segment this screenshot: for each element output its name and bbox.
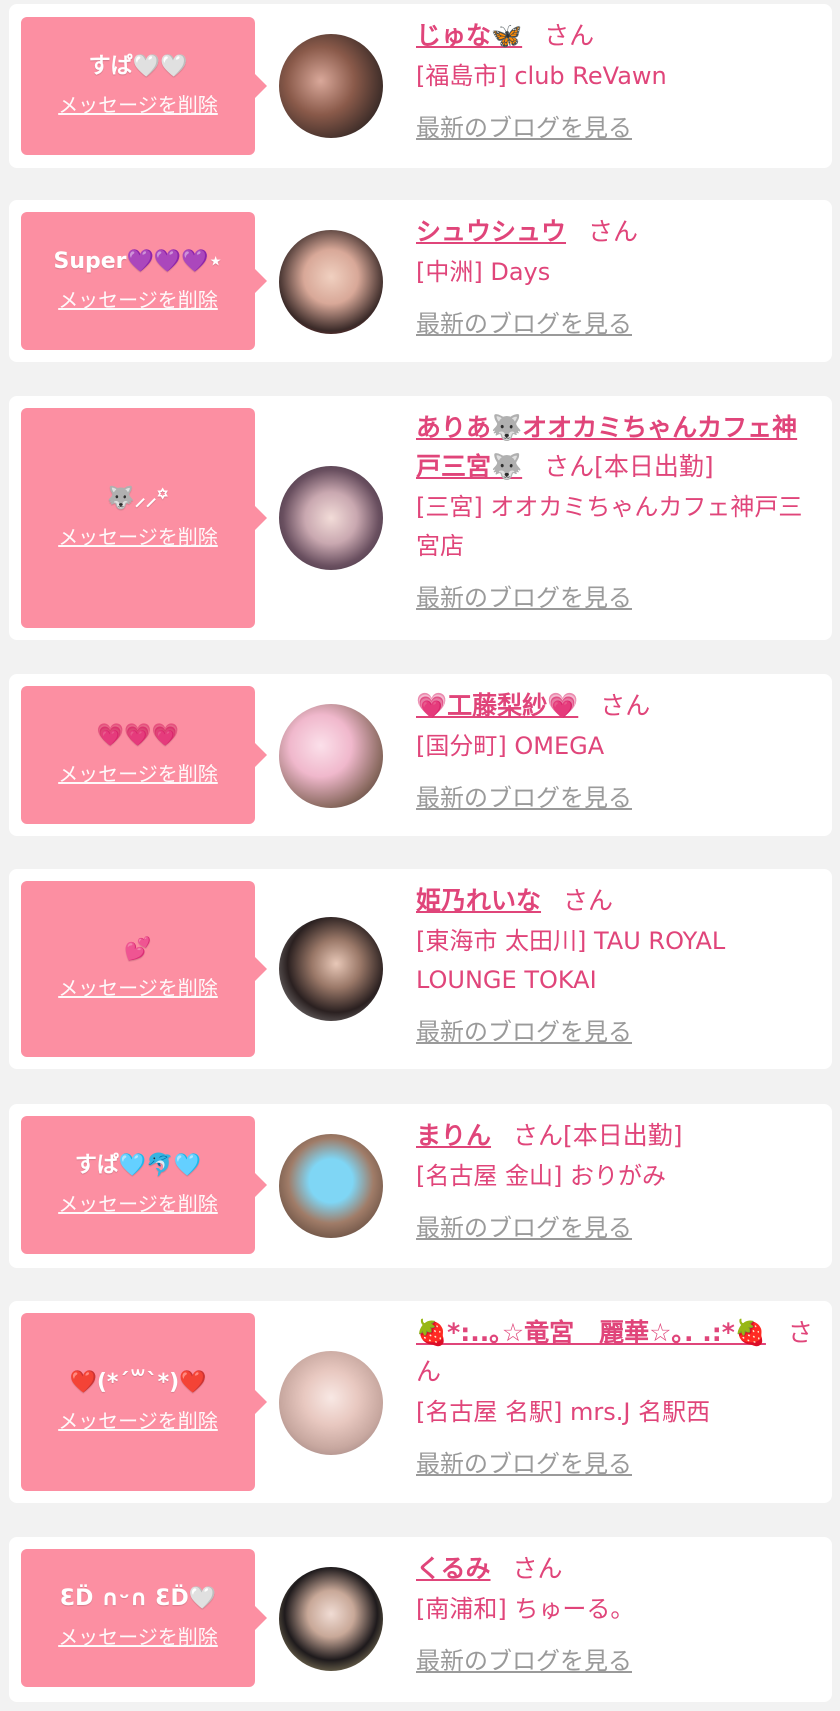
cast-name-link[interactable]: シュウシュウ <box>416 217 566 246</box>
entry-info: 💗工藤梨紗💗 さん [国分町] OMEGA 最新のブログを見る <box>416 686 821 814</box>
list-item: Super💜💜💜⋆ メッセージを削除 シュウシュウ さん [中洲] Days 最新… <box>9 200 832 362</box>
shop-text: [国分町] OMEGA <box>416 732 605 760</box>
message-bubble: Super💜💜💜⋆ メッセージを削除 <box>21 212 267 350</box>
entry-info: シュウシュウ さん [中洲] Days 最新のブログを見る <box>416 212 821 340</box>
delete-message-link[interactable]: メッセージを削除 <box>58 522 218 552</box>
delete-message-link[interactable]: メッセージを削除 <box>58 285 218 315</box>
delete-message-link[interactable]: メッセージを削除 <box>58 90 218 120</box>
list-item: すぱ🩵🐬🩵 メッセージを削除 まりん さん[本日出勤] [名古屋 金山] おりがみ… <box>9 1104 832 1268</box>
delete-message-link[interactable]: メッセージを削除 <box>58 759 218 789</box>
delete-message-link[interactable]: メッセージを削除 <box>58 1406 218 1436</box>
view-blog-link[interactable]: 最新のブログを見る <box>416 308 632 340</box>
san-label: さん <box>544 452 595 481</box>
cast-name-link[interactable]: じゅな🦋 <box>416 21 522 50</box>
message-bubble: 💗💗💗 メッセージを削除 <box>21 686 267 824</box>
shop-text: [中洲] Days <box>416 258 551 286</box>
message-text: Super💜💜💜⋆ <box>53 249 223 274</box>
san-label: さん <box>600 691 651 720</box>
message-list: すぱ🤍🤍 メッセージを削除 じゅな🦋 さん [福島市] club ReVawn 最… <box>0 0 840 1711</box>
view-blog-link[interactable]: 最新のブログを見る <box>416 1212 632 1244</box>
message-text: 🐺⸝⸝꙳ <box>107 486 169 511</box>
status-badge: [本日出勤] <box>563 1121 683 1150</box>
message-text: すぱ🩵🐬🩵 <box>74 1153 202 1178</box>
avatar[interactable] <box>279 1134 383 1238</box>
shop-text: [南浦和] ちゅーる。 <box>416 1595 635 1623</box>
delete-message-link[interactable]: メッセージを削除 <box>58 1622 218 1652</box>
message-text: 💕 <box>124 937 152 962</box>
avatar[interactable] <box>279 466 383 570</box>
shop-text: [三宮] オオカミちゃんカフェ神戸三宮店 <box>416 493 803 560</box>
view-blog-link[interactable]: 最新のブログを見る <box>416 1448 632 1480</box>
avatar[interactable] <box>279 704 383 808</box>
san-label: さん <box>563 886 614 915</box>
entry-info: 姫乃れいな さん [東海市 太田川] TAU ROYAL LOUNGE TOKAI… <box>416 881 821 1048</box>
avatar[interactable] <box>279 1567 383 1671</box>
view-blog-link[interactable]: 最新のブログを見る <box>416 582 632 614</box>
cast-name-link[interactable]: 姫乃れいな <box>416 886 541 915</box>
avatar[interactable] <box>279 917 383 1021</box>
view-blog-link[interactable]: 最新のブログを見る <box>416 1016 632 1048</box>
view-blog-link[interactable]: 最新のブログを見る <box>416 112 632 144</box>
list-item: ƐD̈ ∩ᵕ∩ ƐD̈🤍 メッセージを削除 くるみ さん [南浦和] ちゅーる。 … <box>9 1537 832 1702</box>
message-text: ƐD̈ ∩ᵕ∩ ƐD̈🤍 <box>59 1586 217 1611</box>
message-bubble: ❤️(*´꒳`*)❤️ メッセージを削除 <box>21 1313 267 1491</box>
cast-name-link[interactable]: くるみ <box>416 1554 491 1583</box>
message-bubble: 🐺⸝⸝꙳ メッセージを削除 <box>21 408 267 628</box>
status-badge: [本日出勤] <box>594 452 714 481</box>
cast-name-link[interactable]: 💗工藤梨紗💗 <box>416 691 578 720</box>
message-bubble: ƐD̈ ∩ᵕ∩ ƐD̈🤍 メッセージを削除 <box>21 1549 267 1687</box>
message-bubble: すぱ🤍🤍 メッセージを削除 <box>21 17 267 155</box>
cast-name-link[interactable]: まりん <box>416 1121 491 1150</box>
avatar[interactable] <box>279 34 383 138</box>
list-item: すぱ🤍🤍 メッセージを削除 じゅな🦋 さん [福島市] club ReVawn 最… <box>9 4 832 168</box>
delete-message-link[interactable]: メッセージを削除 <box>58 973 218 1003</box>
view-blog-link[interactable]: 最新のブログを見る <box>416 1645 632 1677</box>
entry-info: まりん さん[本日出勤] [名古屋 金山] おりがみ 最新のブログを見る <box>416 1116 821 1244</box>
shop-text: [名古屋 名駅] mrs.J 名駅西 <box>416 1398 711 1426</box>
delete-message-link[interactable]: メッセージを削除 <box>58 1189 218 1219</box>
list-item: 💕 メッセージを削除 姫乃れいな さん [東海市 太田川] TAU ROYAL L… <box>9 869 832 1069</box>
entry-info: くるみ さん [南浦和] ちゅーる。 最新のブログを見る <box>416 1549 821 1677</box>
message-text: ❤️(*´꒳`*)❤️ <box>69 1370 207 1395</box>
cast-name-link[interactable]: 🍓*:..｡☆竜宮 麗華☆｡. .:*🍓 <box>416 1318 766 1347</box>
avatar[interactable] <box>279 1351 383 1455</box>
entry-info: ありあ🐺オオカミちゃんカフェ神戸三宮🐺 さん[本日出勤] [三宮] オオカミちゃん… <box>416 408 821 614</box>
shop-text: [東海市 太田川] TAU ROYAL LOUNGE TOKAI <box>416 927 726 994</box>
message-bubble: 💕 メッセージを削除 <box>21 881 267 1057</box>
entry-info: 🍓*:..｡☆竜宮 麗華☆｡. .:*🍓 さん [名古屋 名駅] mrs.J 名駅… <box>416 1313 821 1480</box>
list-item: ❤️(*´꒳`*)❤️ メッセージを削除 🍓*:..｡☆竜宮 麗華☆｡. .:*… <box>9 1301 832 1503</box>
message-text: 💗💗💗 <box>96 723 180 748</box>
entry-info: じゅな🦋 さん [福島市] club ReVawn 最新のブログを見る <box>416 16 821 144</box>
list-item: 🐺⸝⸝꙳ メッセージを削除 ありあ🐺オオカミちゃんカフェ神戸三宮🐺 さん[本日出勤… <box>9 396 832 640</box>
shop-text: [福島市] club ReVawn <box>416 62 667 90</box>
san-label: さん <box>588 217 639 246</box>
message-text: すぱ🤍🤍 <box>88 54 188 79</box>
avatar[interactable] <box>279 230 383 334</box>
san-label: さん <box>513 1121 564 1150</box>
san-label: さん <box>512 1554 563 1583</box>
view-blog-link[interactable]: 最新のブログを見る <box>416 782 632 814</box>
shop-text: [名古屋 金山] おりがみ <box>416 1162 666 1190</box>
message-bubble: すぱ🩵🐬🩵 メッセージを削除 <box>21 1116 267 1254</box>
san-label: さん <box>544 21 595 50</box>
list-item: 💗💗💗 メッセージを削除 💗工藤梨紗💗 さん [国分町] OMEGA 最新のブログ… <box>9 674 832 836</box>
